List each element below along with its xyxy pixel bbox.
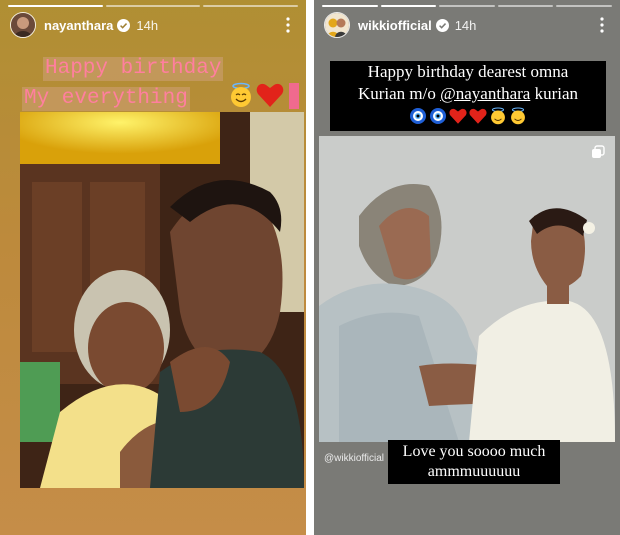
emoji-row xyxy=(330,107,606,125)
caption-box: Happy birthday dearest omna Kurian m/o @… xyxy=(330,61,606,131)
story-photo xyxy=(20,112,304,488)
smiling-face-with-halo-emoji xyxy=(231,82,251,107)
story-left[interactable]: nayanthara 14h Happy birthday My everyth… xyxy=(0,0,306,535)
avatar[interactable] xyxy=(324,12,350,38)
verified-badge-icon xyxy=(435,18,449,32)
emoji-group xyxy=(228,82,284,108)
nazar-amulet-emoji xyxy=(410,108,426,124)
caption-line-1: Happy birthday dearest omna xyxy=(367,62,569,81)
caption-box-bottom: Love you soooo much ammmuuuuuu xyxy=(388,440,560,484)
smiling-face-with-halo-emoji xyxy=(511,107,525,125)
caption-line-2-post: kurian xyxy=(530,84,579,103)
watermark-username: @wikkiofficial xyxy=(324,453,384,464)
verified-badge-icon xyxy=(117,18,131,32)
story-photo xyxy=(319,136,615,442)
nazar-amulet-emoji xyxy=(430,108,446,124)
caption-line-2: Kurian m/o @nayanthara kurian xyxy=(330,83,606,105)
username[interactable]: nayanthara xyxy=(44,18,113,33)
smiling-face-with-halo-emoji xyxy=(491,107,505,125)
story-header: wikkiofficial 14h xyxy=(324,11,612,39)
mention-link[interactable]: @nayanthara xyxy=(440,84,530,103)
story-progress-bar xyxy=(8,5,299,7)
red-heart-emoji xyxy=(449,108,467,124)
timestamp: 14h xyxy=(454,17,477,33)
more-vertical-icon[interactable] xyxy=(278,15,298,35)
story-progress-bar xyxy=(322,5,612,7)
red-heart-emoji xyxy=(469,108,487,124)
more-vertical-icon[interactable] xyxy=(592,15,612,35)
love-line-1: Love you soooo much xyxy=(402,443,546,460)
copy-icon[interactable] xyxy=(591,145,605,164)
story-header: nayanthara 14h xyxy=(10,11,298,39)
text-cursor xyxy=(289,83,299,109)
avatar[interactable] xyxy=(10,12,36,38)
red-heart-emoji xyxy=(256,83,284,107)
username[interactable]: wikkiofficial xyxy=(358,18,432,33)
timestamp: 14h xyxy=(136,17,159,33)
story-right[interactable]: wikkiofficial 14h Happy birthday dearest… xyxy=(314,0,620,535)
love-line-2: ammmuuuuuu xyxy=(427,463,521,480)
caption-line-2-pre: Kurian m/o xyxy=(357,84,441,103)
story-text-line-1: Happy birthday xyxy=(43,57,224,81)
story-text-line-2: My everything xyxy=(22,87,190,111)
